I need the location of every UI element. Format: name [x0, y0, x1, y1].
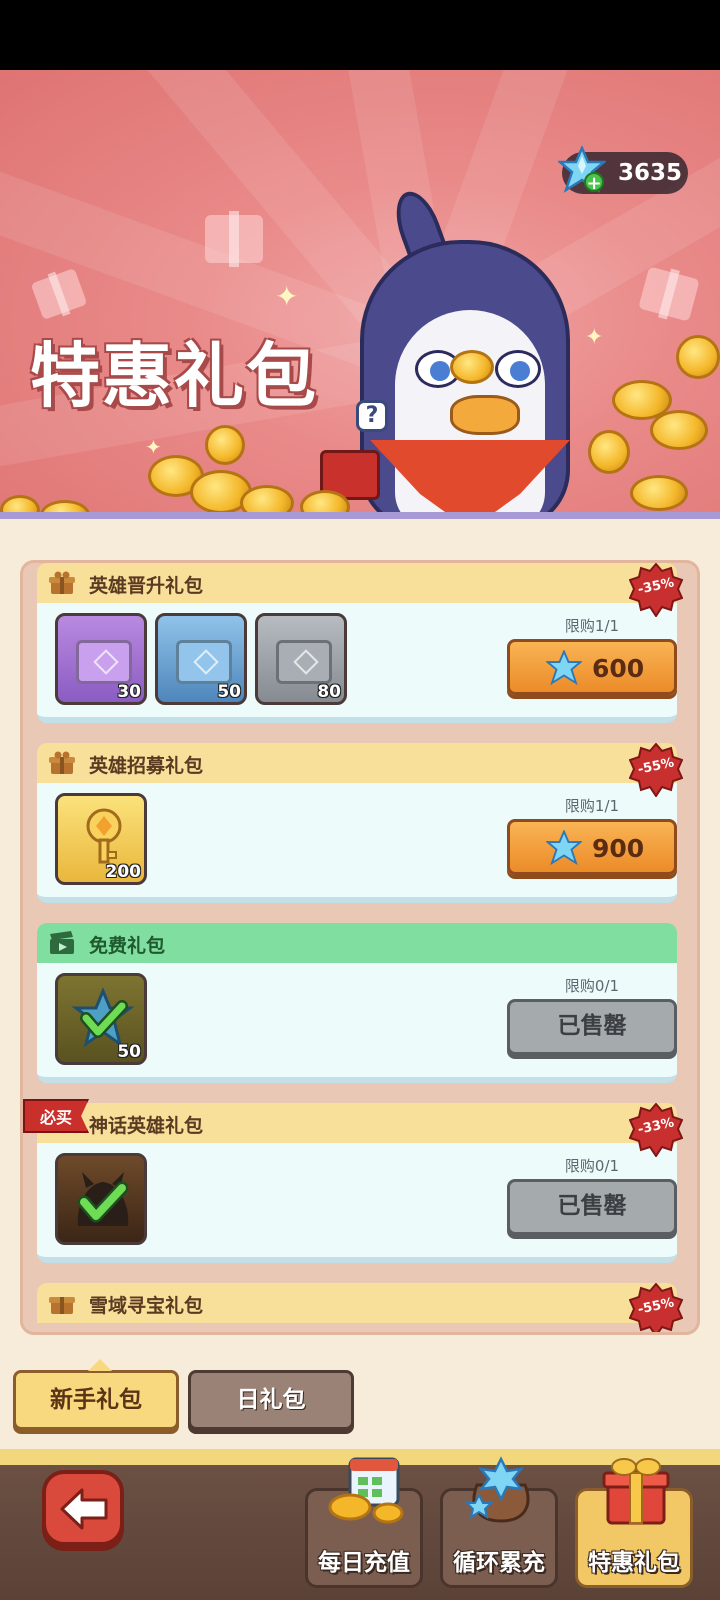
item-quantity: 30: [117, 682, 141, 702]
gift-decoration-icon: [30, 268, 88, 320]
buy-button[interactable]: 600: [507, 639, 677, 695]
crystal-bag-icon: [464, 1456, 530, 1523]
sparkle-icon: ✦: [275, 280, 299, 313]
price-label: 900: [592, 834, 645, 863]
coin-icon: [588, 430, 630, 474]
pack-header: 英雄晋升礼包: [37, 563, 677, 603]
gift-decoration-icon: [205, 211, 263, 267]
crystal-item-claimed[interactable]: 50: [55, 973, 147, 1065]
chest-icon: [176, 640, 232, 684]
crystal-icon: [546, 830, 582, 866]
chest-icon: [276, 640, 332, 684]
tab-newbie-pack[interactable]: 新手礼包: [13, 1359, 179, 1430]
discount-badge: -35%: [629, 563, 683, 617]
pack-card-snow-treasure: 雪域寻宝礼包 -55%: [37, 1283, 683, 1332]
gift-box-icon: [602, 1458, 670, 1525]
divider: [0, 512, 720, 519]
discount-badge: -33%: [629, 1103, 683, 1157]
discount-badge: -55%: [629, 743, 683, 797]
gift-icon: [49, 1297, 75, 1314]
calendar-coins-icon: [328, 1457, 404, 1524]
purchase-limit: 限购1/1: [564, 617, 620, 635]
banner-title: 特惠礼包: [30, 334, 318, 417]
status-bar: [0, 0, 720, 70]
back-button[interactable]: [42, 1470, 124, 1546]
video-clapper-icon: [50, 931, 74, 954]
buy-button[interactable]: 900: [507, 819, 677, 875]
item-quantity: 80: [317, 682, 341, 702]
purchase-limit: 限购0/1: [564, 1157, 620, 1175]
purchase-limit: 限购1/1: [564, 797, 620, 815]
golden-key-icon: [86, 808, 122, 864]
crystal-icon: [546, 650, 582, 686]
crystal-icon: [72, 988, 134, 1048]
pack-header: 雪域寻宝礼包: [37, 1283, 677, 1323]
coin-icon: [630, 475, 688, 511]
must-buy-tag: 必买: [23, 1099, 89, 1133]
gray-chest-item[interactable]: 80: [255, 613, 347, 705]
currency-display[interactable]: + 3635: [558, 146, 688, 194]
mythic-hero-item-claimed[interactable]: [55, 1153, 147, 1245]
item-quantity: 50: [117, 1042, 141, 1062]
pack-header: 免费礼包: [37, 923, 677, 963]
currency-value: 3635: [618, 160, 683, 186]
gift-icon: [49, 751, 75, 774]
coin-icon: [650, 410, 708, 450]
back-arrow-icon: [60, 1488, 108, 1530]
nav-label: 特惠礼包: [588, 1550, 680, 1576]
pack-body: 200 限购1/1 900: [37, 783, 677, 903]
pack-card-hero-recruit: 英雄招募礼包 200 限购1/1 900 -55%: [37, 743, 683, 903]
chest-icon: [76, 640, 132, 684]
pack-header: 英雄招募礼包: [37, 743, 677, 783]
pack-card-hero-promotion: 英雄晋升礼包 30 50 80 限购1/1 600 -35%: [37, 563, 683, 723]
coin-icon: [676, 335, 720, 379]
pack-title: 英雄晋升礼包: [89, 575, 204, 597]
nav-special-pack[interactable]: 特惠礼包: [575, 1458, 693, 1588]
purchase-limit: 限购0/1: [564, 977, 620, 995]
pack-card-mythic-hero: 神话英雄礼包 限购0/1 已售罄 必买 -33%: [23, 1099, 683, 1263]
pack-card-free: 免费礼包 50 限购0/1 已售罄: [37, 923, 677, 1083]
tab-daily-pack[interactable]: 日礼包: [188, 1370, 354, 1430]
discount-badge: -55%: [629, 1283, 683, 1332]
question-icon: ?: [356, 400, 388, 432]
sold-out-button[interactable]: 已售罄: [507, 999, 677, 1055]
purple-chest-item[interactable]: 30: [55, 613, 147, 705]
pack-body: 30 50 80 限购1/1 600: [37, 603, 677, 723]
add-currency-icon[interactable]: +: [584, 172, 604, 193]
pack-title: 免费礼包: [89, 935, 166, 957]
pack-title: 雪域寻宝礼包: [89, 1295, 204, 1317]
blue-chest-item[interactable]: 50: [155, 613, 247, 705]
item-quantity: 50: [217, 682, 241, 702]
nav-label: 循环累充: [453, 1550, 545, 1576]
key-item[interactable]: 200: [55, 793, 147, 885]
coin-icon: [450, 350, 494, 384]
pack-list[interactable]: 英雄晋升礼包 30 50 80 限购1/1 600 -35% 英雄招募礼包 20…: [20, 560, 700, 1335]
nav-label: 每日充值: [318, 1550, 410, 1576]
gift-decoration-icon: [638, 266, 700, 322]
pack-header: 神话英雄礼包: [37, 1103, 677, 1143]
nav-daily-recharge[interactable]: 每日充值: [305, 1457, 423, 1588]
gift-icon: [49, 571, 75, 594]
item-quantity: 200: [105, 862, 142, 882]
pack-title: 英雄招募礼包: [89, 755, 204, 777]
banner: ✦ ✦ ✦ ? 特惠礼包: [0, 70, 720, 525]
coin-icon: [205, 425, 245, 465]
nav-cumulative-recharge[interactable]: 循环累充: [440, 1456, 558, 1588]
pack-body: 限购0/1 已售罄: [37, 1143, 677, 1263]
sparkle-icon: ✦: [145, 435, 162, 459]
price-label: 600: [592, 654, 645, 683]
dark-creature-icon: [77, 1172, 129, 1226]
pack-title: 神话英雄礼包: [89, 1115, 204, 1137]
pack-body: 50 限购0/1 已售罄: [37, 963, 677, 1083]
sold-out-button[interactable]: 已售罄: [507, 1179, 677, 1235]
